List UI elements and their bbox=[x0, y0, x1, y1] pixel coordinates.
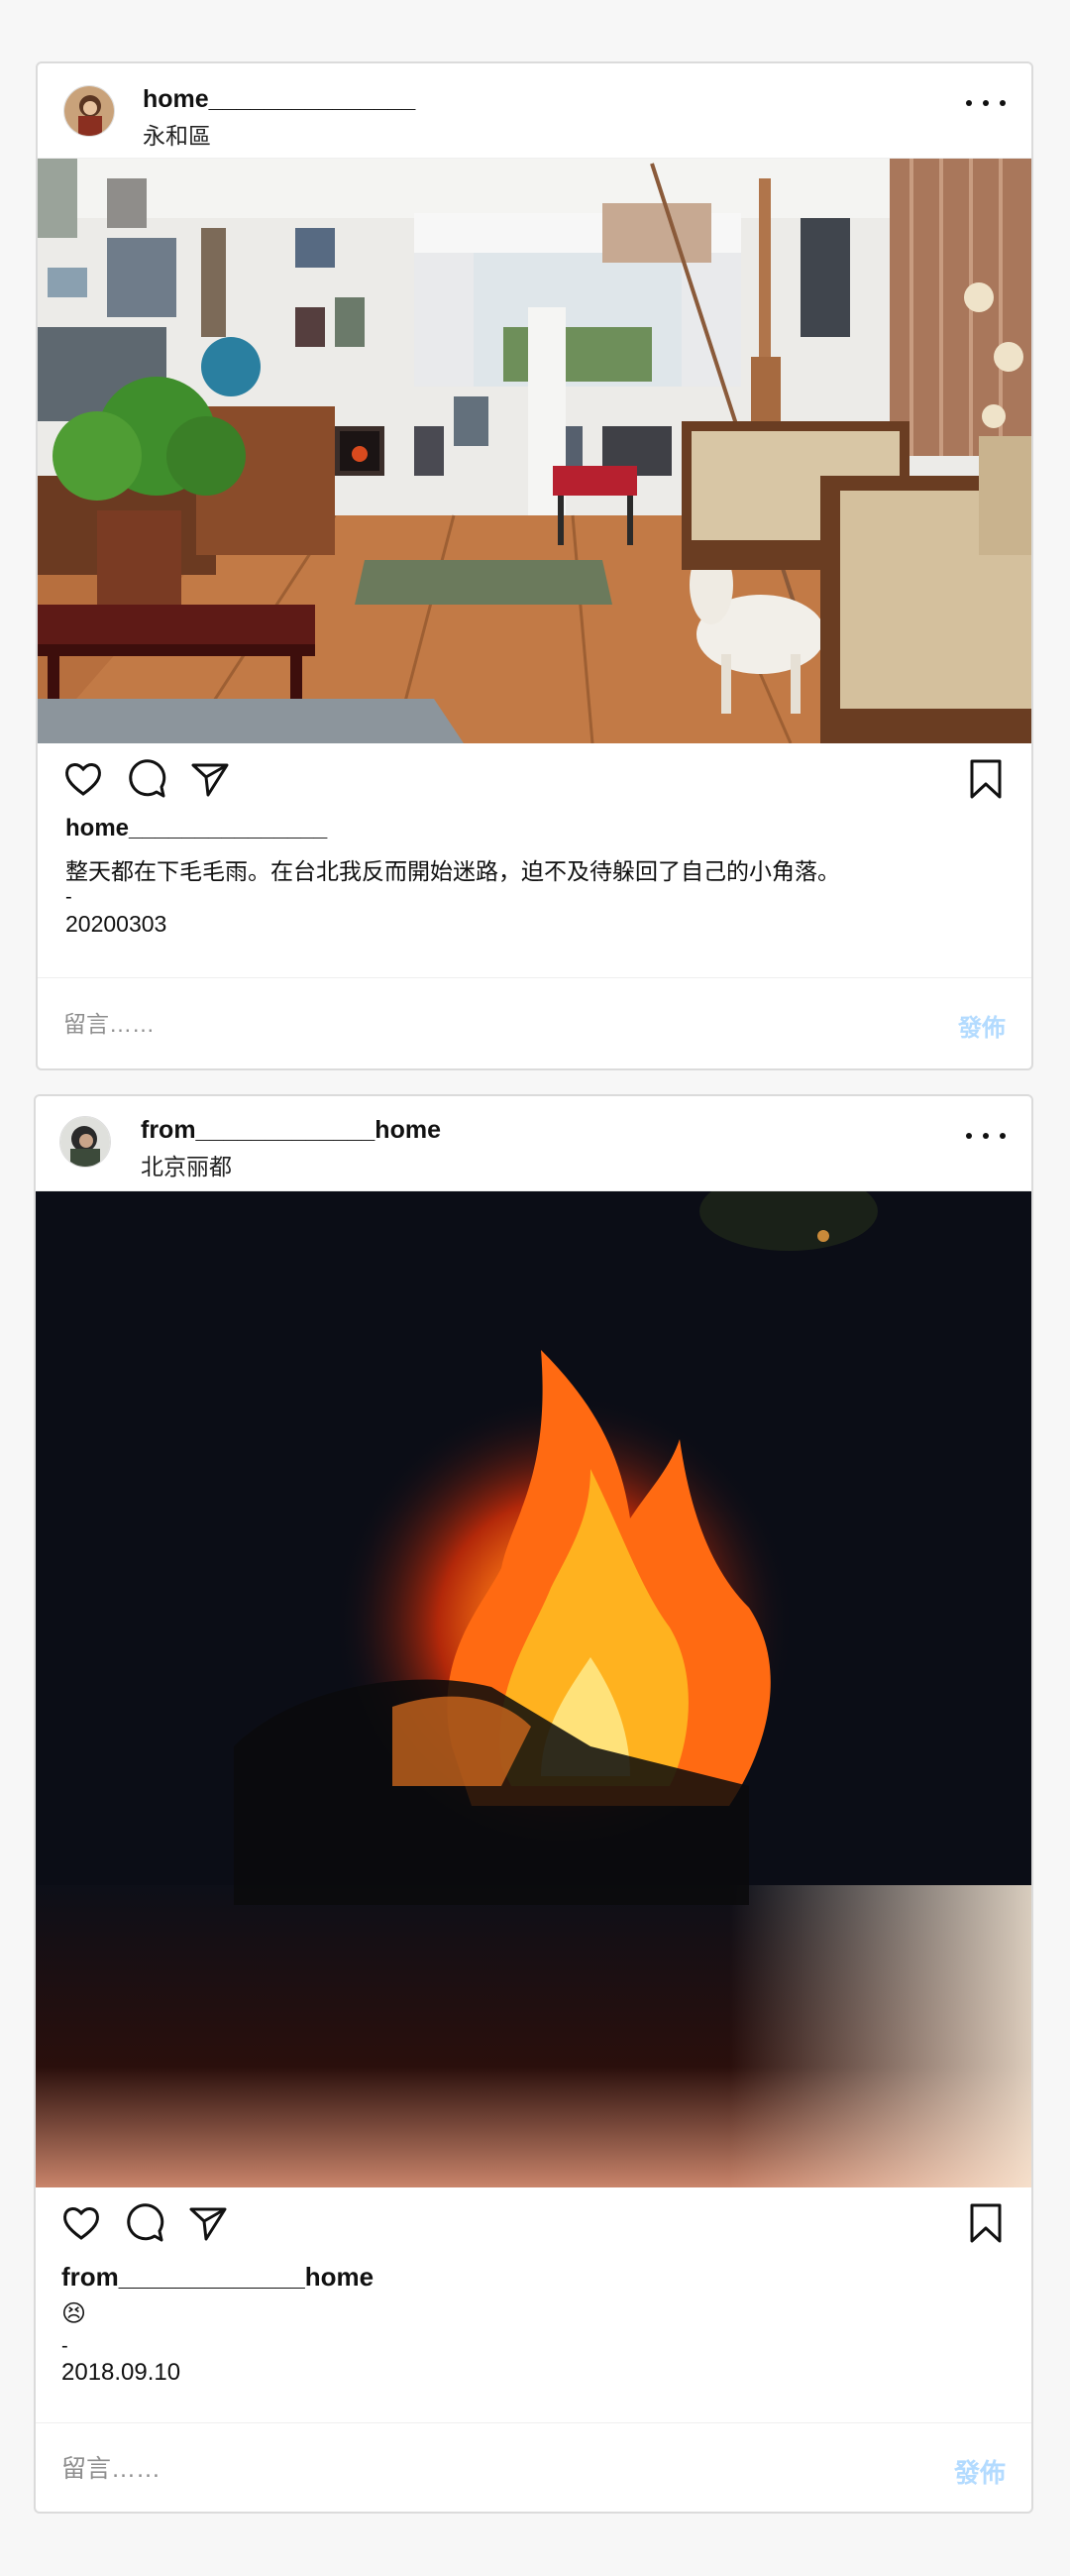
bookmark-icon[interactable] bbox=[964, 2201, 1008, 2245]
share-icon[interactable] bbox=[186, 2201, 230, 2245]
post-username[interactable]: home_______________ bbox=[143, 85, 415, 114]
post-photo-living-room[interactable] bbox=[38, 159, 1031, 743]
caption-date: 20200303 bbox=[65, 911, 167, 937]
post-location[interactable]: 永和區 bbox=[143, 117, 211, 151]
post-comment-button[interactable]: 發佈 bbox=[954, 2453, 1006, 2490]
post-photo-burning-car[interactable] bbox=[36, 1191, 1031, 2187]
heart-icon[interactable] bbox=[59, 2201, 103, 2245]
comment-input[interactable] bbox=[63, 1006, 757, 1042]
action-bar bbox=[38, 743, 1031, 813]
caption-username[interactable]: home_______________ bbox=[65, 815, 327, 842]
caption-username[interactable]: from_____________home bbox=[61, 2262, 374, 2293]
caption-date: 2018.09.10 bbox=[61, 2359, 181, 2386]
comment-icon[interactable] bbox=[125, 757, 168, 801]
more-icon[interactable] bbox=[966, 1126, 1006, 1146]
post-card: home_______________ 永和區 home____________… bbox=[36, 61, 1033, 1070]
heart-icon[interactable] bbox=[61, 757, 105, 801]
more-icon[interactable] bbox=[966, 93, 1006, 113]
avatar[interactable] bbox=[59, 1116, 111, 1168]
comment-bar: 發佈 bbox=[36, 2422, 1031, 2512]
caption-dash: - bbox=[61, 2335, 68, 2357]
action-bar bbox=[36, 2187, 1031, 2257]
post-username[interactable]: from_____________home bbox=[141, 1116, 441, 1145]
bookmark-icon[interactable] bbox=[964, 757, 1008, 801]
post-header: home_______________ 永和區 bbox=[38, 63, 1031, 159]
post-card: from_____________home 北京丽都 from_________… bbox=[34, 1094, 1033, 2514]
comment-bar: 發佈 bbox=[38, 977, 1031, 1068]
caption-emoji: 😣 bbox=[61, 2300, 87, 2327]
avatar[interactable] bbox=[63, 85, 115, 137]
caption-dash: - bbox=[65, 886, 72, 908]
comment-input[interactable] bbox=[61, 2451, 755, 2487]
post-location[interactable]: 北京丽都 bbox=[141, 1148, 232, 1181]
post-comment-button[interactable]: 發佈 bbox=[958, 1008, 1006, 1043]
share-icon[interactable] bbox=[188, 757, 232, 801]
post-header: from_____________home 北京丽都 bbox=[36, 1096, 1031, 1191]
comment-icon[interactable] bbox=[123, 2201, 166, 2245]
caption-text: 整天都在下毛毛雨。在台北我反而開始迷路，迫不及待躲回了自己的小角落。 bbox=[65, 858, 840, 884]
